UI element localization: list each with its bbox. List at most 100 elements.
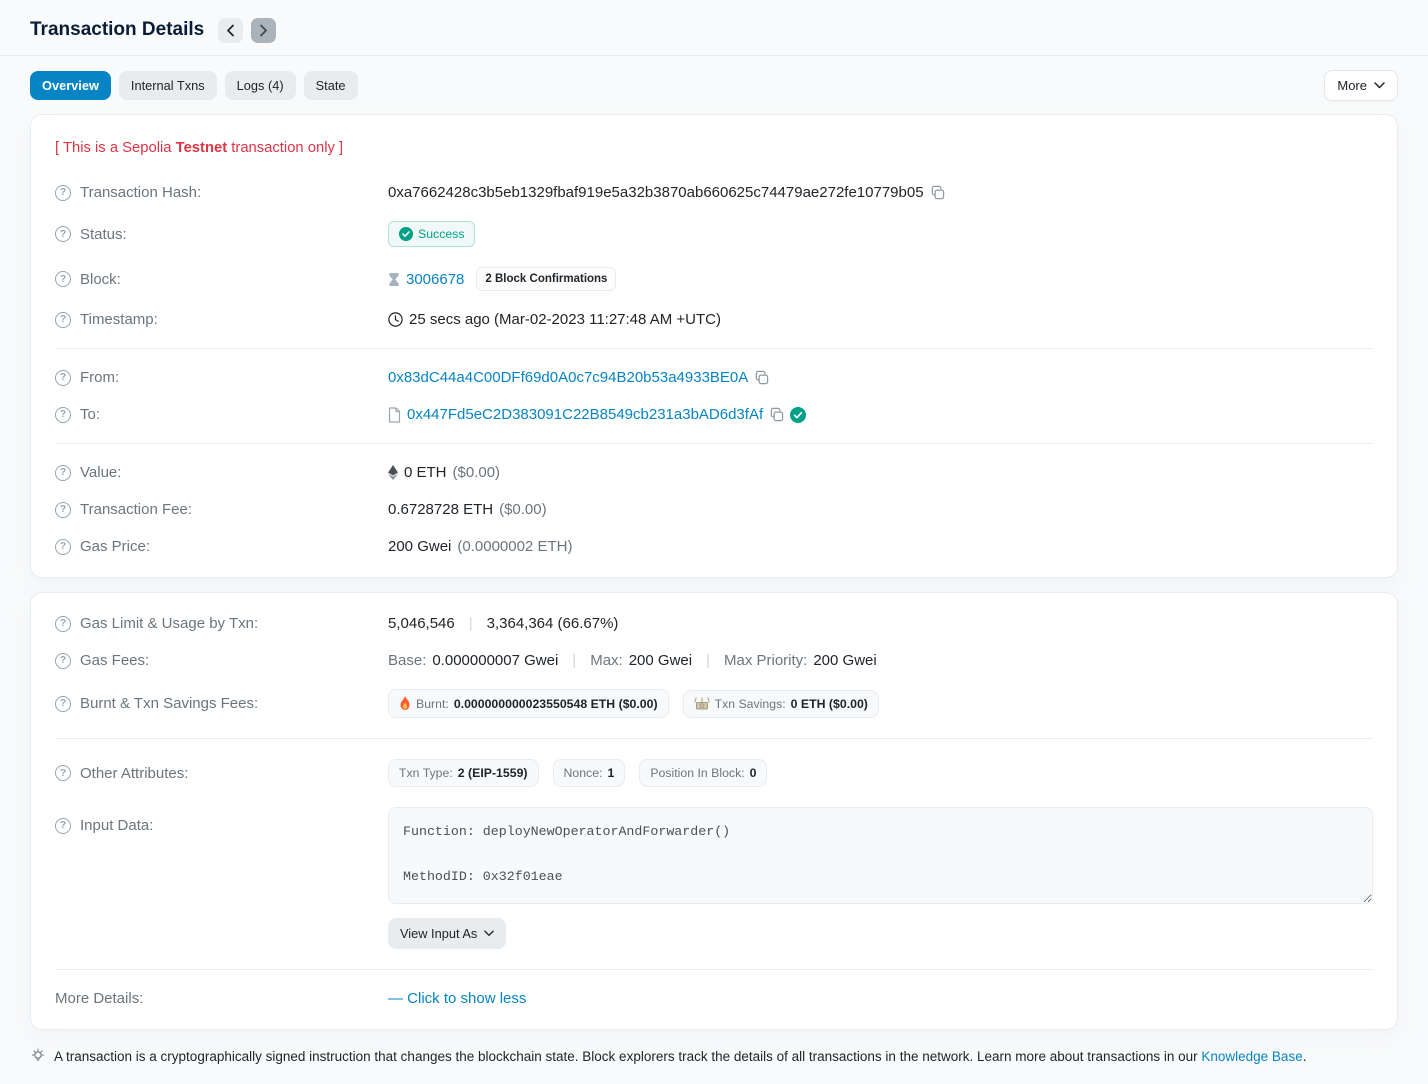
question-help-icon[interactable]: ? <box>55 185 71 201</box>
page-title: Transaction Details <box>30 19 204 41</box>
knowledge-base-link[interactable]: Knowledge Base <box>1201 1049 1302 1064</box>
question-help-icon[interactable]: ? <box>55 271 71 287</box>
tabs-bar: Overview Internal Txns Logs (4) State Mo… <box>30 70 1398 101</box>
base-fee-value: 0.000000007 Gwei <box>432 652 558 669</box>
question-help-icon[interactable]: ? <box>55 465 71 481</box>
testnet-warning: [ This is a Sepolia Testnet transaction … <box>55 127 1373 174</box>
section-divider <box>55 348 1373 349</box>
txn-savings-value: 0 ETH ($0.00) <box>791 697 868 711</box>
nonce-badge: Nonce: 1 <box>553 759 626 787</box>
txn-type-badge: Txn Type: 2 (EIP-1559) <box>388 759 539 787</box>
txn-type-value: 2 (EIP-1559) <box>458 766 528 780</box>
from-address-link[interactable]: 0x83dC44a4C00DFf69d0A0c7c94B20b53a4933BE… <box>388 369 748 386</box>
gas-used-value: 3,364,364 (66.67%) <box>487 615 619 632</box>
position-in-block-label: Position In Block: <box>650 766 744 780</box>
question-help-icon[interactable]: ? <box>55 653 71 669</box>
burnt-savings-label: Burnt & Txn Savings Fees: <box>80 695 258 712</box>
money-savings-icon <box>694 697 710 710</box>
burnt-fee-label: Burnt: <box>416 697 449 711</box>
show-less-link[interactable]: — Click to show less <box>388 990 526 1007</box>
transaction-fee-row: ? Transaction Fee: 0.6728728 ETH ($0.00) <box>55 491 1373 528</box>
question-help-icon[interactable]: ? <box>55 539 71 555</box>
txn-type-label: Txn Type: <box>399 766 453 780</box>
position-in-block-badge: Position In Block: 0 <box>639 759 767 787</box>
transaction-hash-row: ? Transaction Hash: 0xa7662428c3b5eb1329… <box>55 174 1373 211</box>
copy-tx-hash-button[interactable] <box>930 185 945 200</box>
flame-icon <box>399 696 411 711</box>
burnt-fee-badge: Burnt: 0.000000000023550548 ETH ($0.00) <box>388 689 669 718</box>
question-help-icon[interactable]: ? <box>55 226 71 242</box>
next-transaction-button[interactable] <box>251 18 276 43</box>
pipe-separator: | <box>706 652 710 669</box>
chevron-right-icon <box>259 24 268 37</box>
lightbulb-icon <box>30 1048 46 1064</box>
more-details-label: More Details: <box>55 990 143 1007</box>
tab-overview[interactable]: Overview <box>30 71 111 100</box>
header-divider <box>0 55 1428 56</box>
question-help-icon[interactable]: ? <box>55 765 71 781</box>
gas-fees-row: ? Gas Fees: Base: 0.000000007 Gwei | Max… <box>55 642 1373 679</box>
txn-savings-label: Txn Savings: <box>715 697 786 711</box>
timestamp-label: Timestamp: <box>80 311 158 328</box>
gas-price-gwei: 200 Gwei <box>388 538 451 555</box>
question-help-icon[interactable]: ? <box>55 818 71 834</box>
footer-text: A transaction is a cryptographically sig… <box>54 1049 1306 1064</box>
question-help-icon[interactable]: ? <box>55 370 71 386</box>
timestamp-value: 25 secs ago (Mar-02-2023 11:27:48 AM +UT… <box>409 311 721 328</box>
copy-from-address-button[interactable] <box>754 370 769 385</box>
burnt-savings-row: ? Burnt & Txn Savings Fees: Burnt: 0.000… <box>55 679 1373 728</box>
chevron-down-icon <box>1374 82 1385 89</box>
copy-to-address-button[interactable] <box>769 407 784 422</box>
tab-internal-txns[interactable]: Internal Txns <box>119 71 217 100</box>
section-divider <box>55 443 1373 444</box>
question-help-icon[interactable]: ? <box>55 502 71 518</box>
footer-text-body: A transaction is a cryptographically sig… <box>54 1049 1201 1064</box>
to-address-link[interactable]: 0x447Fd5eC2D383091C22B8549cb231a3bAD6d3f… <box>407 406 763 423</box>
timestamp-row: ? Timestamp: 25 secs ago (Mar-02-2023 11… <box>55 301 1373 338</box>
value-label: Value: <box>80 464 121 481</box>
testnet-warning-bold: Testnet <box>176 140 228 156</box>
question-help-icon[interactable]: ? <box>55 696 71 712</box>
footer-note: A transaction is a cryptographically sig… <box>30 1044 1398 1084</box>
page-header: Transaction Details <box>30 0 1398 45</box>
more-details-row: More Details: — Click to show less <box>55 980 1373 1017</box>
position-in-block-value: 0 <box>750 766 757 780</box>
view-input-as-label: View Input As <box>400 926 477 941</box>
block-row: ? Block: 3006678 2 Block Confirmations <box>55 257 1373 301</box>
more-dropdown-label: More <box>1337 78 1367 93</box>
nonce-label: Nonce: <box>564 766 603 780</box>
question-help-icon[interactable]: ? <box>55 312 71 328</box>
testnet-warning-suffix: transaction only ] <box>227 140 343 156</box>
gas-limit-value: 5,046,546 <box>388 615 455 632</box>
tabs: Overview Internal Txns Logs (4) State <box>30 71 358 100</box>
copy-icon <box>754 370 769 385</box>
value-usd: ($0.00) <box>453 464 501 481</box>
question-help-icon[interactable]: ? <box>55 407 71 423</box>
block-number-link[interactable]: 3006678 <box>406 271 464 288</box>
burnt-fee-value: 0.000000000023550548 ETH ($0.00) <box>454 697 658 711</box>
block-label: Block: <box>80 271 121 288</box>
to-label: To: <box>80 406 100 423</box>
max-fee-label: Max: <box>590 652 623 669</box>
previous-transaction-button[interactable] <box>218 18 243 43</box>
gas-price-eth: (0.0000002 ETH) <box>457 538 572 555</box>
chevron-down-icon <box>484 930 494 937</box>
gas-fees-label: Gas Fees: <box>80 652 149 669</box>
more-dropdown-button[interactable]: More <box>1324 70 1398 101</box>
base-fee-label: Base: <box>388 652 426 669</box>
eth-diamond-icon <box>388 465 398 480</box>
view-input-as-button[interactable]: View Input As <box>388 918 506 949</box>
chevron-left-icon <box>226 24 235 37</box>
section-divider <box>55 738 1373 739</box>
input-data-textarea[interactable]: Function: deployNewOperatorAndForwarder(… <box>388 807 1373 904</box>
to-row: ? To: 0x447Fd5eC2D383091C22B8549cb231a3b… <box>55 396 1373 433</box>
question-help-icon[interactable]: ? <box>55 616 71 632</box>
pipe-separator: | <box>572 652 576 669</box>
tab-logs[interactable]: Logs (4) <box>225 71 296 100</box>
transaction-fee-amount: 0.6728728 ETH <box>388 501 493 518</box>
max-priority-fee-value: 200 Gwei <box>813 652 876 669</box>
status-badge: Success <box>388 221 475 247</box>
input-data-row: ? Input Data: Function: deployNewOperato… <box>55 797 1373 959</box>
status-row: ? Status: Success <box>55 211 1373 257</box>
tab-state[interactable]: State <box>304 71 358 100</box>
